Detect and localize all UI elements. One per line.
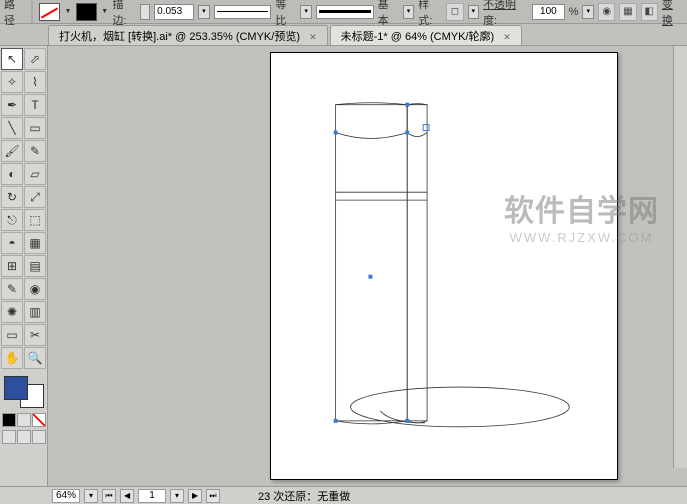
options-bar: 路径 ▼ ▼ 描边: ▾ 等比 ▾ 基本 ▾ 样式: ◻ ▾ 不透明度: 100… [0,0,687,24]
color-mode-row [2,413,46,427]
history-status: 23 次还原：无重做 [258,488,350,504]
draw-inside[interactable] [32,430,46,444]
hand-tool[interactable]: ✋ [1,347,23,369]
style-dropdown[interactable]: ▾ [468,5,480,19]
artboard-tool[interactable]: ▭ [1,324,23,346]
separator [31,1,33,23]
tab-active[interactable]: 未标题-1* @ 64% (CMYK/轮廓) ✕ [330,25,522,45]
tool-grid: ↖ ⬀ ✧ ⌇ ✒ T ╲ ▭ 🖌 ✎ ◐ ▱ ↻ ⤢ ⎋ ⬚ ◓ ▦ ⊞ ▤ … [1,48,46,369]
free-transform-tool[interactable]: ⬚ [24,209,46,231]
transform-link[interactable]: 变换 [662,0,683,28]
style-label: 样式: [418,0,442,28]
first-artboard-icon[interactable]: ⏮ [102,489,116,503]
zoom-tool[interactable]: 🔍 [24,347,46,369]
opacity-value[interactable]: 100 [532,4,565,20]
rotate-tool[interactable]: ↻ [1,186,23,208]
stroke-swatch[interactable] [76,3,97,21]
magic-wand-tool[interactable]: ✧ [1,71,23,93]
perspective-grid-tool[interactable]: ▦ [24,232,46,254]
prev-artboard-icon[interactable]: ◀ [120,489,134,503]
tab-inactive[interactable]: 打火机，烟缸 [转换].ai* @ 253.35% (CMYK/预览) ✕ [48,25,328,45]
stroke-weight-spinner[interactable] [140,4,150,20]
opacity-suffix: % [569,6,579,18]
color-indicator[interactable] [2,374,46,410]
brush-definition[interactable] [316,5,374,19]
artboard-number[interactable]: 1 [138,489,166,503]
symbol-sprayer-tool[interactable]: ✺ [1,301,23,323]
color-mode-gradient[interactable] [17,413,31,427]
pen-tool[interactable]: ✒ [1,94,23,116]
screen-mode-row [2,430,46,444]
status-bar: 64% ▾ ⏮ ◀ 1 ▾ ▶ ⏭ 23 次还原：无重做 [0,486,687,504]
scale-tool[interactable]: ⤢ [24,186,46,208]
column-graph-tool[interactable]: ▥ [24,301,46,323]
tab-active-label: 未标题-1* @ 64% (CMYK/轮廓) [341,31,495,43]
stroke-weight-dropdown[interactable]: ▾ [198,5,210,19]
vertical-scrollbar[interactable] [673,46,687,468]
eyedropper-tool[interactable]: ✎ [1,278,23,300]
width-tool[interactable]: ⎋ [1,209,23,231]
opacity-link[interactable]: 不透明度: [483,0,528,28]
color-mode-color[interactable] [2,413,16,427]
paintbrush-tool[interactable]: 🖌 [1,140,23,162]
gradient-tool[interactable]: ▤ [24,255,46,277]
opacity-dropdown[interactable]: ▾ [582,5,594,19]
main-area: ↖ ⬀ ✧ ⌇ ✒ T ╲ ▭ 🖌 ✎ ◐ ▱ ↻ ⤢ ⎋ ⬚ ◓ ▦ ⊞ ▤ … [0,46,687,486]
draw-normal[interactable] [2,430,16,444]
shape-builder-tool[interactable]: ◓ [1,232,23,254]
canvas[interactable]: 软件自学网 WWW.RJZXW.COM [48,46,687,486]
align-icon[interactable]: ▦ [619,3,636,21]
blend-tool[interactable]: ◉ [24,278,46,300]
slice-tool[interactable]: ✂ [24,324,46,346]
fill-swatch[interactable] [39,3,60,21]
next-artboard-icon[interactable]: ▶ [188,489,202,503]
zoom-dropdown[interactable]: ▾ [84,489,98,503]
close-icon[interactable]: ✕ [503,32,511,42]
selection-tool[interactable]: ↖ [1,48,23,70]
stroke-profile[interactable] [214,5,272,19]
tab-inactive-label: 打火机，烟缸 [转换].ai* @ 253.35% (CMYK/预览) [59,31,300,43]
stroke-label: 描边: [113,0,137,28]
stroke-dropdown-icon[interactable]: ▼ [101,3,109,21]
pencil-tool[interactable]: ✎ [24,140,46,162]
stroke-weight-input[interactable] [154,4,194,20]
blob-brush-tool[interactable]: ◐ [1,163,23,185]
type-tool[interactable]: T [24,94,46,116]
eraser-tool[interactable]: ▱ [24,163,46,185]
mesh-tool[interactable]: ⊞ [1,255,23,277]
brush-dropdown[interactable]: ▾ [403,5,415,19]
fill-dropdown-icon[interactable]: ▼ [64,3,72,21]
style-swatch[interactable]: ◻ [446,3,463,21]
direct-selection-tool[interactable]: ⬀ [24,48,46,70]
artboard-dropdown[interactable]: ▾ [170,489,184,503]
ratio-dropdown[interactable]: ▾ [300,5,312,19]
document-tabs: 打火机，烟缸 [转换].ai* @ 253.35% (CMYK/预览) ✕ 未标… [0,24,687,46]
ratio-label: 等比 [275,0,296,28]
recolor-icon[interactable]: ◉ [598,3,615,21]
shape-icon[interactable]: ◧ [641,3,658,21]
artboard [270,52,618,480]
zoom-level[interactable]: 64% [52,489,80,503]
draw-behind[interactable] [17,430,31,444]
lasso-tool[interactable]: ⌇ [24,71,46,93]
color-mode-none[interactable] [32,413,46,427]
line-tool[interactable]: ╲ [1,117,23,139]
rectangle-tool[interactable]: ▭ [24,117,46,139]
basic-label: 基本 [378,0,399,28]
path-label: 路径 [4,0,25,28]
artwork [271,53,617,479]
fill-color[interactable] [4,376,28,400]
last-artboard-icon[interactable]: ⏭ [206,489,220,503]
close-icon[interactable]: ✕ [309,32,317,42]
toolbox: ↖ ⬀ ✧ ⌇ ✒ T ╲ ▭ 🖌 ✎ ◐ ▱ ↻ ⤢ ⎋ ⬚ ◓ ▦ ⊞ ▤ … [0,46,48,486]
